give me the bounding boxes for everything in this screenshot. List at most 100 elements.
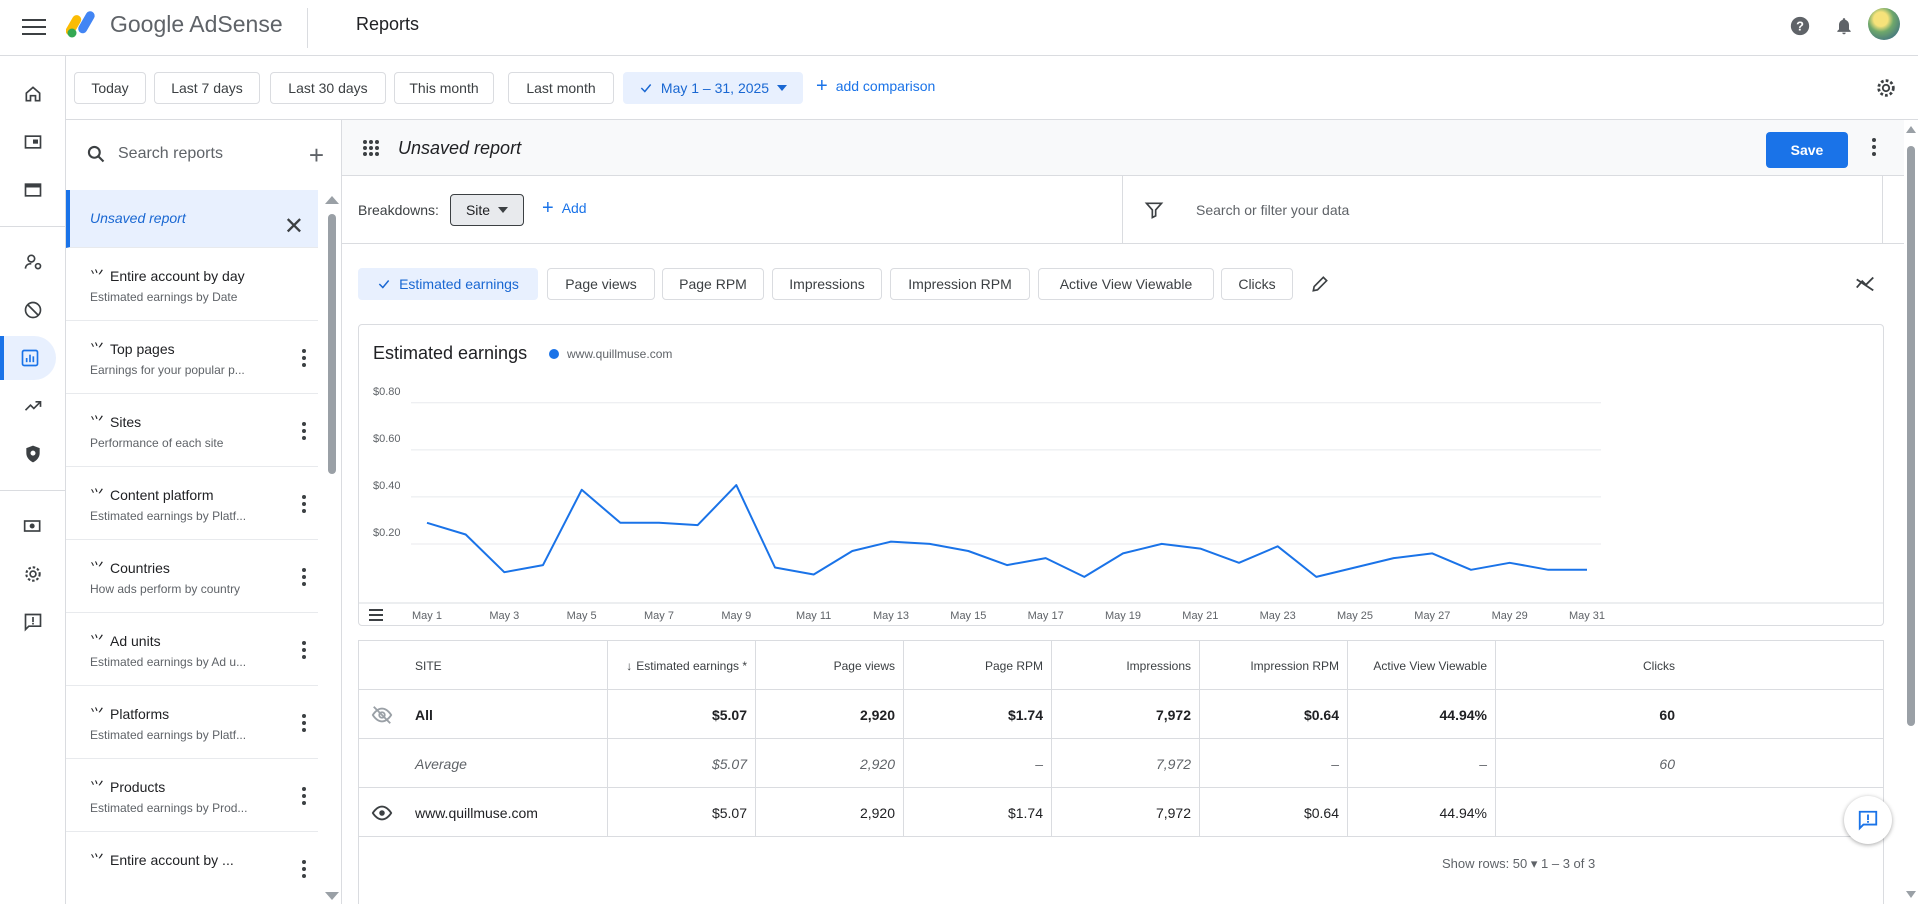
payments-icon[interactable] [10,504,56,548]
add-report-icon[interactable]: + [309,140,324,171]
column-header-impressions[interactable]: Impressions [1051,641,1199,690]
metric-chip-impressions[interactable]: Impressions [772,268,882,300]
settings-icon[interactable] [1872,74,1900,102]
more-vert-icon[interactable] [302,422,306,443]
x-tick-label: May 17 [1028,610,1064,622]
close-icon[interactable]: ✕ [284,212,304,241]
sidebar-item-unsaved-report[interactable]: Unsaved report ✕ [66,190,318,248]
scroll-down-icon[interactable] [322,890,342,902]
search-input[interactable]: Search reports [118,145,223,163]
chevron-down-icon [777,85,788,91]
more-vert-icon[interactable] [302,568,306,589]
sidebar-item-products[interactable]: ⺍ Products Estimated earnings by Prod... [66,759,318,832]
table-pager[interactable]: Show rows: 50 ▾ 1 – 3 of 3 [1442,856,1595,872]
divider [1882,176,1883,244]
metric-chip-impression-rpm[interactable]: Impression RPM [890,268,1030,300]
more-vert-icon[interactable] [302,641,306,662]
policy-center-icon[interactable] [10,432,56,476]
table-cell-site: All [415,706,433,723]
column-header-impression-rpm[interactable]: Impression RPM [1199,641,1347,690]
ads-icon[interactable] [10,120,56,164]
series-line[interactable] [426,484,1587,578]
sidebar-item-content-platform[interactable]: ⺍ Content platform Estimated earnings by … [66,467,318,540]
sidebar-item-top-pages[interactable]: ⺍ Top pages Earnings for your popular p..… [66,321,318,394]
reports-icon[interactable] [0,336,56,380]
search-reports[interactable]: Search reports + [66,120,341,188]
column-header-site[interactable]: SITE [359,641,607,690]
sidebar-item-subtitle: How ads perform by country [90,582,241,596]
table-cell: 60 [1495,739,1683,788]
date-range-selector[interactable]: May 1 – 31, 2025 [623,72,803,104]
table-cell: 2,920 [755,788,903,837]
sidebar-item-entire-account-by[interactable]: ⺍ Entire account by ... [66,832,318,904]
feedback-fab[interactable] [1844,796,1892,844]
date-chip-last-30-days[interactable]: Last 30 days [270,72,386,104]
avatar[interactable] [1868,8,1900,40]
scroll-up-icon[interactable] [1904,124,1918,134]
more-vert-icon[interactable] [302,495,306,516]
table-cell-site[interactable]: www.quillmuse.com [359,788,607,837]
column-header-active-view-viewable[interactable]: Active View Viewable [1347,641,1495,690]
date-chip-this-month[interactable]: This month [394,72,494,104]
menu-icon[interactable] [20,14,48,42]
home-icon[interactable] [10,72,56,116]
metric-chip-page-rpm[interactable]: Page RPM [662,268,764,300]
date-chip-today[interactable]: Today [74,72,146,104]
sites-icon[interactable] [10,168,56,212]
more-vert-icon[interactable] [302,714,306,735]
column-header-estimated-earnings[interactable]: ↓ Estimated earnings * [607,641,755,690]
optimization-icon[interactable] [10,384,56,428]
table-toggle-icon[interactable] [369,609,383,621]
metric-chip-clicks[interactable]: Clicks [1221,268,1293,300]
help-icon[interactable]: ? [1786,12,1814,40]
column-header-page-views[interactable]: Page views [755,641,903,690]
more-vert-icon[interactable] [302,787,306,808]
sidebar-item-sites[interactable]: ⺍ Sites Performance of each site [66,394,318,467]
settings-icon[interactable] [10,552,56,596]
sidebar-item-ad-units[interactable]: ⺍ Ad units Estimated earnings by Ad u... [66,613,318,686]
privacy-messaging-icon[interactable] [10,240,56,284]
scrollbar-thumb[interactable] [328,214,336,474]
column-header-page-rpm[interactable]: Page RPM [903,641,1051,690]
report-icon: ⺍ [90,487,104,503]
scrollbar-thumb[interactable] [1907,146,1915,726]
breakdown-chip-site[interactable]: Site [450,194,524,226]
sidebar-item-platforms[interactable]: ⺍ Platforms Estimated earnings by Platf..… [66,686,318,759]
sidebar-item-subtitle: Estimated earnings by Date [90,290,238,304]
sidebar-item-label: Ad units [110,633,161,649]
more-vert-icon[interactable] [1872,138,1876,159]
save-button[interactable]: Save [1766,132,1848,168]
metric-chip-page-views[interactable]: Page views [547,268,655,300]
metric-chip-active-view-viewable[interactable]: Active View Viewable [1038,268,1214,300]
feedback-icon[interactable] [10,600,56,644]
sidebar-item-label: Platforms [110,706,170,722]
sidebar-item-entire-account-by-day[interactable]: ⺍ Entire account by day Estimated earning… [66,248,318,321]
metric-chip-estimated-earnings[interactable]: Estimated earnings [358,268,538,300]
report-icon: ⺍ [90,341,104,357]
column-header-clicks[interactable]: Clicks [1495,641,1683,690]
chart-toggle-icon[interactable] [1854,272,1876,294]
table-cell: 7,972 [1051,788,1199,837]
sidebar-item-countries[interactable]: ⺍ Countries How ads perform by country [66,540,318,613]
filter-input[interactable]: Search or filter your data [1196,202,1349,218]
more-vert-icon[interactable] [302,860,306,881]
date-chip-last-7-days[interactable]: Last 7 days [154,72,260,104]
brand-safety-icon[interactable] [10,288,56,332]
more-vert-icon[interactable] [302,349,306,370]
notifications-icon[interactable] [1830,12,1858,40]
add-breakdown-button[interactable]: + Add [542,197,587,219]
plus-icon: + [542,197,554,219]
x-tick-label: May 25 [1337,610,1373,622]
page-scrollbar[interactable] [1904,120,1918,904]
apps-grid-icon[interactable] [362,139,380,157]
sidebar-scrollbar[interactable] [322,190,342,904]
breakdown-bar: Breakdowns: Site + Add Search or filter … [342,176,1904,244]
scroll-up-icon[interactable] [322,194,342,206]
edit-icon[interactable] [1310,274,1330,294]
report-title[interactable]: Unsaved report [398,138,521,159]
table-row-total: All $5.07 2,920 $1.74 7,972 $0.64 44.94%… [359,690,1883,739]
date-chip-last-month[interactable]: Last month [508,72,614,104]
add-comparison-button[interactable]: + add comparison [816,76,935,96]
scroll-down-icon[interactable] [1904,890,1918,900]
table-cell: $5.07 [607,739,755,788]
